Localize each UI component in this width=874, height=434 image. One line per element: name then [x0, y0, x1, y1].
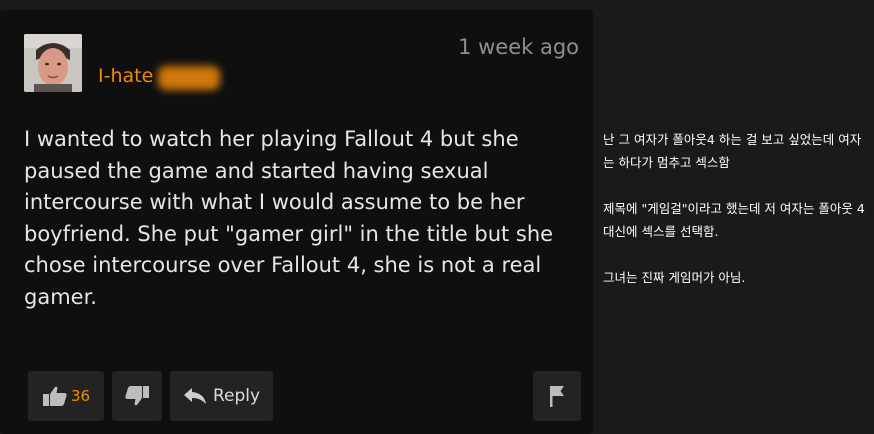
flag-button[interactable]	[533, 371, 581, 421]
user-avatar[interactable]	[24, 34, 82, 92]
translation-note: 난 그 여자가 폴아웃4 하는 걸 보고 싶었는데 여자는 하다가 멈추고 섹스…	[603, 128, 869, 289]
note-paragraph-3: 그녀는 진짜 게임머가 아님.	[603, 270, 746, 285]
comment-body: I wanted to watch her playing Fallout 4 …	[24, 127, 554, 309]
reply-arrow-icon	[183, 388, 206, 404]
reply-button[interactable]: Reply	[170, 371, 273, 421]
thumbs-down-icon	[125, 386, 149, 406]
like-button[interactable]: 36	[28, 371, 104, 421]
thumbs-up-icon	[42, 386, 67, 406]
username-redaction	[158, 66, 220, 90]
reply-label: Reply	[212, 386, 261, 406]
comment-card: I-hate 1 week ago I wanted to watch her …	[0, 10, 593, 434]
dislike-button[interactable]	[112, 371, 162, 421]
username[interactable]: I-hate	[98, 65, 153, 87]
flag-icon	[550, 386, 564, 407]
note-paragraph-1: 난 그 여자가 폴아웃4 하는 걸 보고 싶었는데 여자는 하다가 멈추고 섹스…	[603, 132, 862, 170]
timestamp: 1 week ago	[458, 35, 579, 59]
like-count: 36	[70, 387, 91, 405]
note-paragraph-2: 제목에 "게임걸"이라고 했는데 저 여자는 폴아웃 4 대신에 섹스를 선택함…	[603, 201, 869, 239]
